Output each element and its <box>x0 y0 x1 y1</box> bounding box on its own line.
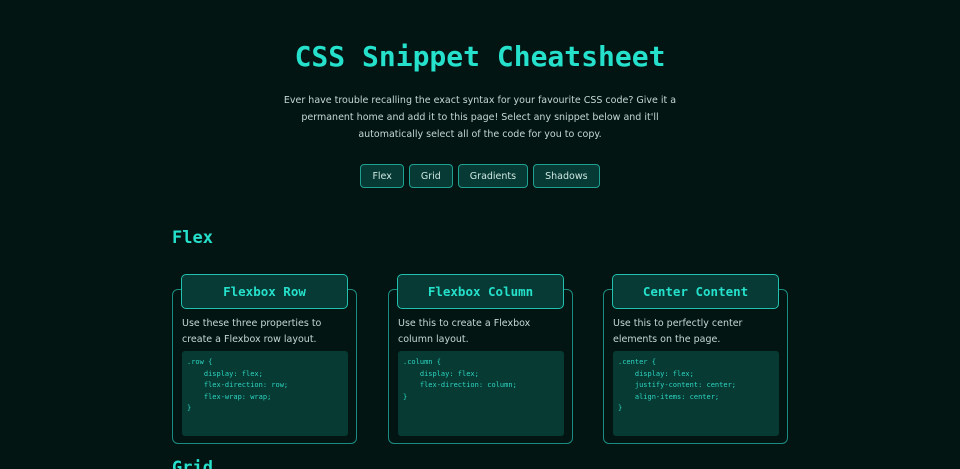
nav-button-flex[interactable]: Flex <box>360 164 404 188</box>
nav-button-gradients[interactable]: Gradients <box>457 164 529 188</box>
section-title-flex: Flex <box>172 228 213 248</box>
section-title-grid: Grid <box>172 458 213 469</box>
card-description: Use this to create a Flexbox column layo… <box>398 318 531 345</box>
card-description: Use these three properties to create a F… <box>182 318 322 345</box>
code-snippet[interactable]: .row { display: flex; flex-direction: ro… <box>182 351 348 436</box>
card-title: Flexbox Row <box>181 274 348 309</box>
snippet-card-flexbox-column: Flexbox Column Use this to create a Flex… <box>388 274 573 444</box>
nav-button-grid[interactable]: Grid <box>408 164 453 188</box>
card-title: Flexbox Column <box>397 274 564 309</box>
snippet-card-flexbox-row: Flexbox Row Use these three properties t… <box>172 274 357 444</box>
code-snippet[interactable]: .center { display: flex; justify-content… <box>613 351 779 436</box>
card-description: Use this to perfectly center elements on… <box>613 318 743 345</box>
snippet-card-center-content: Center Content Use this to perfectly cen… <box>603 274 788 444</box>
intro-text: Ever have trouble recalling the exact sy… <box>283 95 677 140</box>
code-snippet[interactable]: .column { display: flex; flex-direction:… <box>398 351 564 436</box>
page-title: CSS Snippet Cheatsheet <box>294 40 666 73</box>
nav-button-shadows[interactable]: Shadows <box>533 164 600 188</box>
card-title: Center Content <box>612 274 779 309</box>
section-nav: Flex Grid Gradients Shadows <box>0 164 960 188</box>
